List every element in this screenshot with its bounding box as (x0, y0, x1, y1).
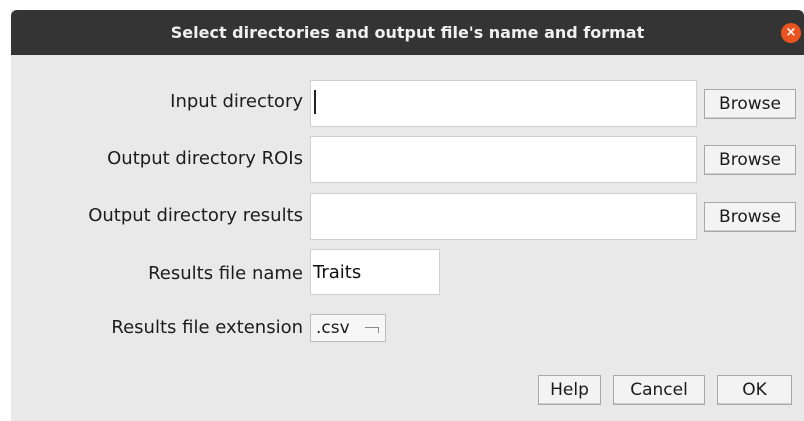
results-file-extension-value: .csv (316, 318, 350, 338)
dialog-title: Select directories and output file's nam… (170, 23, 645, 42)
input-directory-field[interactable] (310, 80, 697, 127)
input-directory-browse-button[interactable]: Browse (704, 89, 796, 119)
results-file-name-label: Results file name (148, 263, 303, 284)
close-icon[interactable]: × (781, 23, 801, 43)
output-directory-rois-field[interactable] (310, 136, 697, 183)
titlebar: Select directories and output file's nam… (11, 10, 804, 55)
output-directory-rois-label: Output directory ROIs (107, 148, 303, 169)
cancel-button[interactable]: Cancel (613, 375, 705, 405)
help-button[interactable]: Help (538, 375, 601, 405)
output-directory-results-label: Output directory results (88, 205, 303, 226)
results-file-extension-select[interactable]: .csv (310, 314, 386, 342)
text-caret (314, 90, 316, 114)
output-directory-rois-browse-button[interactable]: Browse (704, 145, 796, 175)
output-directory-results-field[interactable] (310, 193, 697, 240)
results-file-name-field[interactable] (310, 249, 440, 295)
output-directory-results-browse-button[interactable]: Browse (704, 202, 796, 232)
dropdown-arrow-icon (365, 327, 379, 333)
input-directory-label: Input directory (170, 91, 303, 112)
results-file-extension-label: Results file extension (111, 317, 303, 338)
ok-button[interactable]: OK (717, 375, 792, 405)
